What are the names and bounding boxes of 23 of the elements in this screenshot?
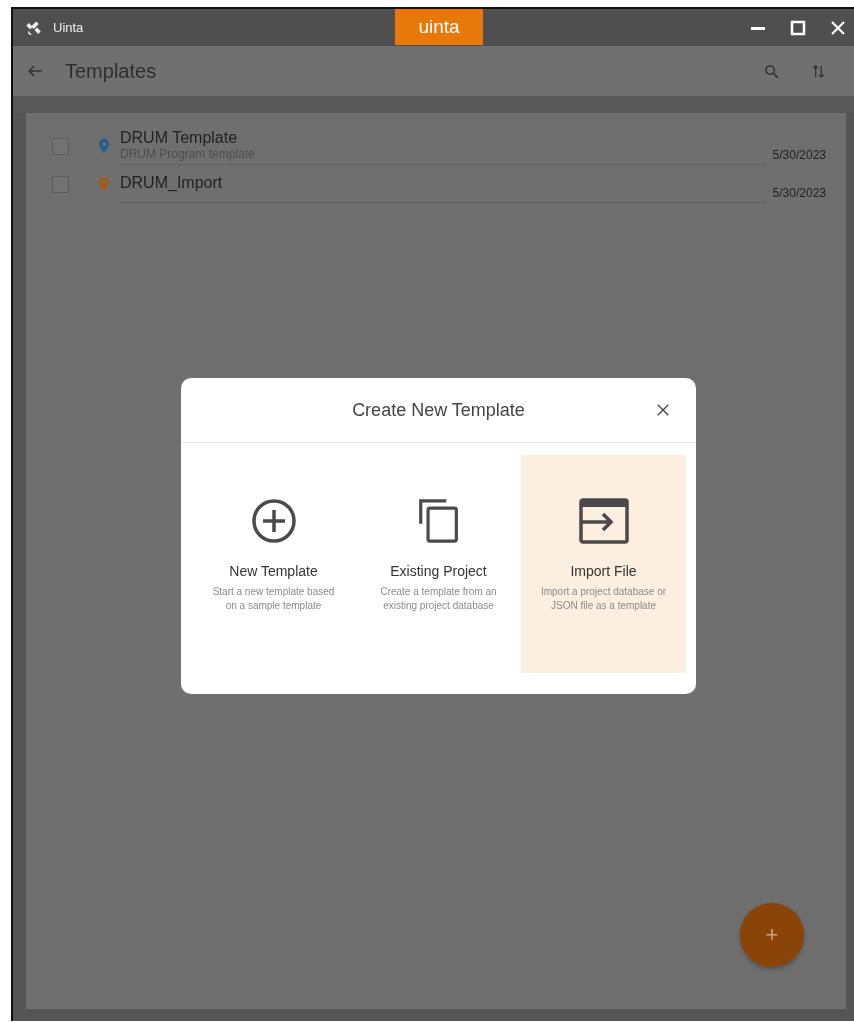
- close-icon[interactable]: [656, 403, 670, 417]
- window-title: Uinta: [53, 20, 84, 35]
- sort-icon[interactable]: [811, 63, 826, 79]
- app-logo: uinta: [395, 9, 483, 45]
- search-icon[interactable]: [764, 63, 779, 79]
- copy-icon: [417, 497, 460, 545]
- option-title: Existing Project: [390, 563, 487, 579]
- back-arrow-icon[interactable]: [27, 63, 43, 79]
- template-date: 5/30/2023: [772, 148, 826, 162]
- maximize-icon[interactable]: [790, 19, 806, 36]
- option-description: Create a template from an existing project database: [379, 585, 498, 613]
- option-description: Import a project database or JSON file as a template: [539, 585, 668, 613]
- option-card[interactable]: Import File Import a project database or JSON file as a template: [521, 455, 686, 673]
- option-card[interactable]: Existing Project Create a template from an existing project database: [356, 455, 521, 673]
- template-date: 5/30/2023: [772, 186, 826, 200]
- option-card[interactable]: New Template Start a new template based on a sample template: [191, 455, 356, 673]
- option-description: Start a new template based on a sample template: [211, 585, 336, 613]
- option-title: Import File: [570, 563, 637, 579]
- page-title: Templates: [65, 59, 157, 83]
- plus-circle-icon: [250, 497, 297, 545]
- import-icon: [578, 497, 629, 545]
- option-title: New Template: [229, 563, 318, 579]
- dialog-title: Create New Template: [352, 399, 525, 421]
